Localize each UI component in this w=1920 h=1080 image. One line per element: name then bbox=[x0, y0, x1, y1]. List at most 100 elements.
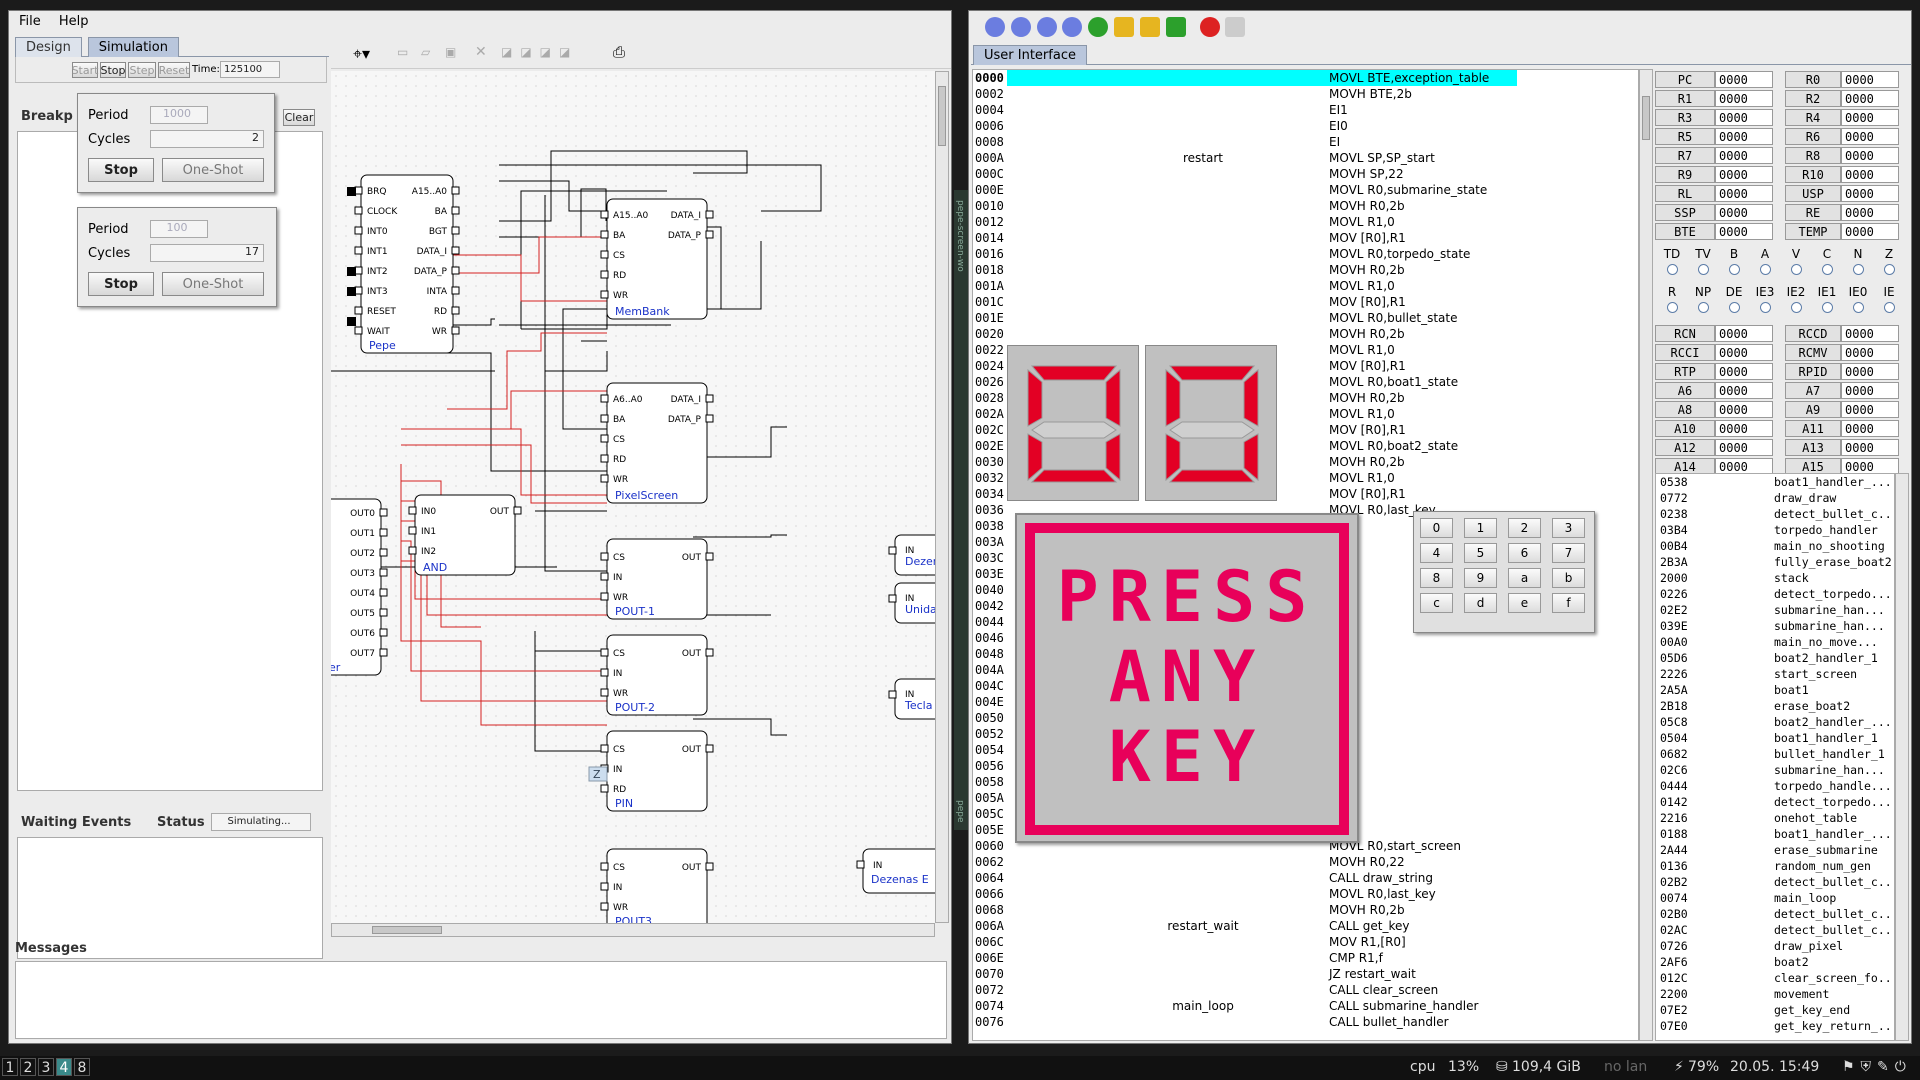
register-value[interactable]: 0000 bbox=[1841, 128, 1899, 145]
key-6[interactable]: 6 bbox=[1508, 543, 1541, 563]
register-value[interactable]: 0000 bbox=[1841, 71, 1899, 88]
register-value[interactable]: 0000 bbox=[1715, 147, 1773, 164]
symbol-row[interactable]: 2B18 erase_boat2 bbox=[1656, 698, 1894, 714]
flag-checkbox[interactable] bbox=[1822, 264, 1833, 275]
code-row[interactable]: 000E MOVL R0,submarine_state bbox=[973, 182, 1638, 198]
workspace-2[interactable]: 2 bbox=[20, 1058, 36, 1076]
register-value[interactable]: 0000 bbox=[1841, 185, 1899, 202]
code-row[interactable]: 0006 EI0 bbox=[973, 118, 1638, 134]
register-value[interactable]: 0000 bbox=[1715, 204, 1773, 221]
save-icon[interactable]: ▣ bbox=[445, 45, 456, 59]
workspace-4[interactable]: 4 bbox=[56, 1058, 72, 1076]
flag-checkbox[interactable] bbox=[1729, 264, 1740, 275]
flag-checkbox[interactable] bbox=[1667, 302, 1678, 313]
symbol-row[interactable]: 0682 bullet_handler_1 bbox=[1656, 746, 1894, 762]
symbol-row[interactable]: 0136 random_num_gen bbox=[1656, 858, 1894, 874]
register-value[interactable]: 0000 bbox=[1841, 147, 1899, 164]
flag-checkbox[interactable] bbox=[1698, 264, 1709, 275]
code-row[interactable]: 0066 MOVL R0,last_key bbox=[973, 886, 1638, 902]
symbol-row[interactable]: 0074 main_loop bbox=[1656, 890, 1894, 906]
code-row[interactable]: 0064 CALL draw_string bbox=[973, 870, 1638, 886]
new-file-icon[interactable]: ▭ bbox=[397, 45, 408, 59]
key-d[interactable]: d bbox=[1464, 593, 1497, 613]
flag-checkbox[interactable] bbox=[1791, 264, 1802, 275]
key-f[interactable]: f bbox=[1552, 593, 1585, 613]
go-up-icon[interactable] bbox=[1088, 17, 1109, 37]
code-row[interactable]: 001A MOVL R1,0 bbox=[973, 278, 1638, 294]
symbol-row[interactable]: 02AC detect_bullet_c... bbox=[1656, 922, 1894, 938]
symbol-row[interactable]: 00B4 main_no_shooting bbox=[1656, 538, 1894, 554]
register-value[interactable]: 0000 bbox=[1715, 166, 1773, 183]
register-value[interactable]: 0000 bbox=[1841, 90, 1899, 107]
symbol-row[interactable]: 0726 draw_pixel bbox=[1656, 938, 1894, 954]
symbol-row[interactable]: 2216 onehot_table bbox=[1656, 810, 1894, 826]
register-value[interactable]: 0000 bbox=[1841, 166, 1899, 183]
code-row[interactable]: 0004 EI1 bbox=[973, 102, 1638, 118]
symbol-row[interactable]: 0188 boat1_handler_... bbox=[1656, 826, 1894, 842]
register-value[interactable]: 0000 bbox=[1841, 325, 1899, 342]
code-row[interactable]: 0018 MOVH R0,2b bbox=[973, 262, 1638, 278]
flag-checkbox[interactable] bbox=[1822, 302, 1833, 313]
symbol-row[interactable]: 012C clear_screen_fo... bbox=[1656, 970, 1894, 986]
register-value[interactable]: 0000 bbox=[1715, 420, 1773, 437]
clear-button[interactable]: Clear bbox=[283, 109, 315, 126]
symbol-row[interactable]: 2226 start_screen bbox=[1656, 666, 1894, 682]
clock-stop-button[interactable]: Stop bbox=[88, 272, 154, 296]
disabled-icon[interactable] bbox=[1225, 17, 1246, 37]
symbol-row[interactable]: 2A5A boat1 bbox=[1656, 682, 1894, 698]
open-folder-icon[interactable]: ▱ bbox=[421, 45, 430, 59]
circuit-vscroll[interactable] bbox=[935, 71, 949, 923]
workspace-3[interactable]: 3 bbox=[38, 1058, 54, 1076]
stop-button[interactable]: Stop bbox=[100, 62, 126, 78]
one-shot-button[interactable]: One-Shot bbox=[162, 158, 264, 182]
register-value[interactable]: 0000 bbox=[1715, 90, 1773, 107]
workspace-8[interactable]: 8 bbox=[74, 1058, 90, 1076]
key-b[interactable]: b bbox=[1552, 568, 1585, 588]
symbol-row[interactable]: 00A0 main_no_move... bbox=[1656, 634, 1894, 650]
register-value[interactable]: 0000 bbox=[1715, 71, 1773, 88]
code-row[interactable]: 0076 CALL bullet_handler bbox=[973, 1014, 1638, 1030]
period-input[interactable]: 1000 bbox=[150, 106, 208, 124]
symbol-row[interactable]: 0504 boat1_handler_1 bbox=[1656, 730, 1894, 746]
key-4[interactable]: 4 bbox=[1420, 543, 1453, 563]
code-row[interactable]: 006E CMP R1,f bbox=[973, 950, 1638, 966]
code-vscroll[interactable] bbox=[1639, 69, 1653, 1041]
code-row[interactable]: 0000 MOVL BTE,exception_table bbox=[973, 70, 1638, 86]
register-value[interactable]: 0000 bbox=[1841, 363, 1899, 380]
key-2[interactable]: 2 bbox=[1508, 518, 1541, 538]
tab-simulation[interactable]: Simulation bbox=[87, 37, 179, 57]
register-value[interactable]: 0000 bbox=[1715, 382, 1773, 399]
flag-checkbox[interactable] bbox=[1791, 302, 1802, 313]
code-row[interactable]: 000C MOVH SP,22 bbox=[973, 166, 1638, 182]
flag-checkbox[interactable] bbox=[1698, 302, 1709, 313]
code-row[interactable]: 0072 CALL clear_screen bbox=[973, 982, 1638, 998]
flag-checkbox[interactable] bbox=[1760, 302, 1771, 313]
key-8[interactable]: 8 bbox=[1420, 568, 1453, 588]
key-c[interactable]: c bbox=[1420, 593, 1453, 613]
register-value[interactable]: 0000 bbox=[1841, 382, 1899, 399]
pause-icon[interactable] bbox=[1010, 17, 1031, 37]
symbol-row[interactable]: 0538 boat1_handler_... bbox=[1656, 474, 1894, 490]
code-row[interactable]: 0016 MOVL R0,torpedo_state bbox=[973, 246, 1638, 262]
flag-checkbox[interactable] bbox=[1884, 264, 1895, 275]
code-row[interactable]: 001C MOV [R0],R1 bbox=[973, 294, 1638, 310]
print-icon[interactable]: ⎙ bbox=[613, 43, 625, 61]
symbol-row[interactable]: 07E2 get_key_end bbox=[1656, 1002, 1894, 1018]
register-value[interactable]: 0000 bbox=[1715, 128, 1773, 145]
code-row[interactable]: 0010 MOVH R0,2b bbox=[973, 198, 1638, 214]
menu-file[interactable]: File bbox=[19, 14, 41, 29]
breakpoint-icon[interactable] bbox=[1199, 17, 1220, 37]
code-row[interactable]: 0014 MOV [R0],R1 bbox=[973, 230, 1638, 246]
code-row[interactable]: 006A restart_wait CALL get_key bbox=[973, 918, 1638, 934]
key-1[interactable]: 1 bbox=[1464, 518, 1497, 538]
symbol-vscroll[interactable] bbox=[1895, 473, 1909, 1041]
key-5[interactable]: 5 bbox=[1464, 543, 1497, 563]
menu-help[interactable]: Help bbox=[59, 14, 89, 29]
stop-icon[interactable] bbox=[1036, 17, 1057, 37]
pointer-tool-icon[interactable]: ⌖▾ bbox=[353, 44, 370, 64]
symbol-row[interactable]: 039E submarine_han... bbox=[1656, 618, 1894, 634]
tab-user-interface[interactable]: User Interface bbox=[973, 45, 1087, 65]
flag-checkbox[interactable] bbox=[1884, 302, 1895, 313]
code-row[interactable]: 006C MOV R1,[R0] bbox=[973, 934, 1638, 950]
clock-stop-button[interactable]: Stop bbox=[88, 158, 154, 182]
